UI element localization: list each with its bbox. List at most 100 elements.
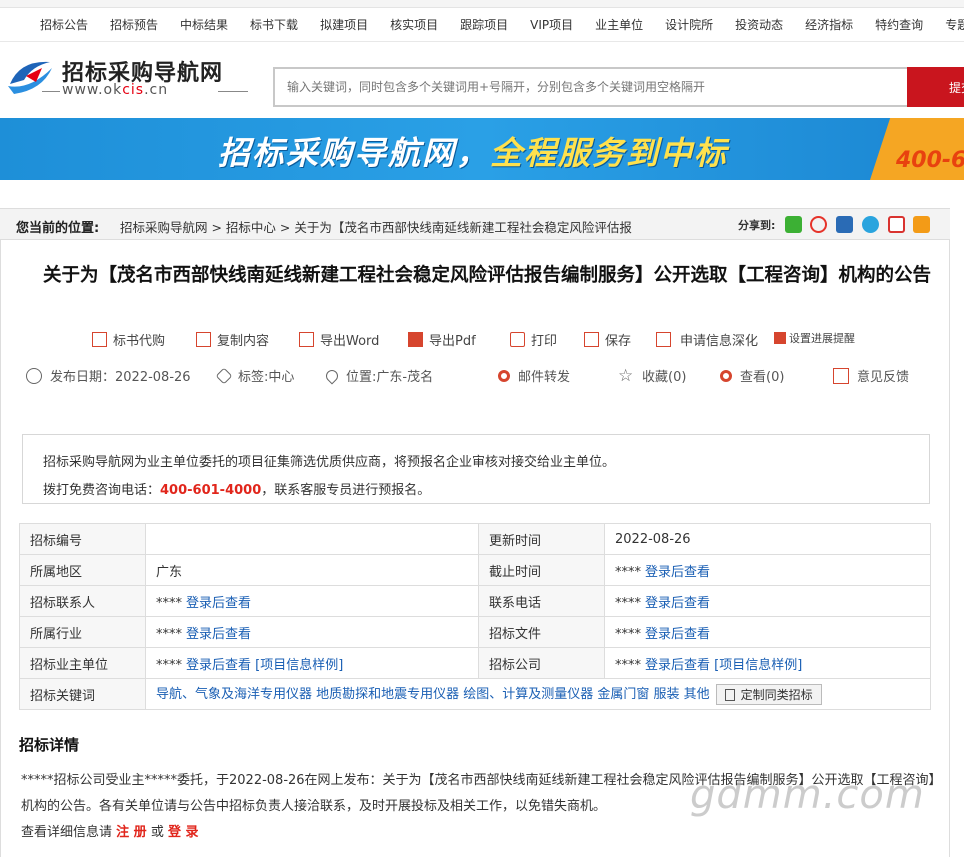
login-to-view-link[interactable]: 登录后查看 bbox=[186, 658, 251, 673]
login-to-view-link[interactable]: 登录后查看 bbox=[645, 565, 710, 580]
weibo-share-icon[interactable] bbox=[810, 216, 827, 233]
nav-proposed-projects[interactable]: 拟建项目 bbox=[320, 16, 368, 33]
tool-print[interactable]: 打印 bbox=[510, 330, 557, 349]
tool-progress-reminder[interactable]: 设置进展提醒 bbox=[774, 330, 855, 346]
more-share-icon[interactable] bbox=[913, 216, 930, 233]
tool-save[interactable]: 保存 bbox=[584, 330, 631, 349]
document-icon bbox=[92, 332, 107, 347]
keyword-links[interactable]: 导航、气象及海洋专用仪器 地质勘探和地震专用仪器 绘图、计算及测量仪器 金属门窗… bbox=[156, 687, 710, 702]
login-to-view-link[interactable]: 登录后查看 bbox=[645, 658, 710, 673]
location-pin-icon bbox=[323, 367, 341, 384]
location-label: 位置:广东-茂名 bbox=[323, 366, 433, 385]
nav-vip-projects[interactable]: VIP项目 bbox=[530, 16, 573, 33]
site-logo[interactable]: 招标采购导航网 www.okcis.cn bbox=[6, 52, 256, 102]
field-label: 所属地区 bbox=[19, 554, 146, 586]
login-to-view-link[interactable]: 登录后查看 bbox=[186, 627, 251, 642]
email-forward-button[interactable]: 邮件转发 bbox=[498, 366, 570, 385]
banner-slogan: 招标采购导航网，全程服务到中标 bbox=[218, 134, 729, 172]
printer-icon bbox=[510, 332, 525, 347]
field-label: 截止时间 bbox=[478, 554, 605, 586]
field-value: 2022-08-26 bbox=[604, 523, 931, 555]
renren-share-icon[interactable] bbox=[836, 216, 853, 233]
tool-buy-tender[interactable]: 标书代购 bbox=[92, 330, 165, 349]
tool-copy-content[interactable]: 复制内容 bbox=[196, 330, 269, 349]
nav-owners[interactable]: 业主单位 bbox=[595, 16, 643, 33]
feedback-button[interactable]: 意见反馈 bbox=[833, 366, 909, 385]
logo-url: www.okcis.cn bbox=[62, 82, 169, 98]
sample-info-link[interactable]: [项目信息样例] bbox=[714, 658, 802, 673]
tool-export-pdf[interactable]: 导出Pdf bbox=[408, 330, 476, 349]
tender-info-table: 招标编号 更新时间 2022-08-26 所属地区 广东 截止时间 **** 登录… bbox=[19, 523, 931, 710]
logo-emblem-icon bbox=[8, 61, 52, 94]
nav-tracked-projects[interactable]: 跟踪项目 bbox=[460, 16, 508, 33]
logo-divider bbox=[218, 91, 248, 92]
watermark: gdmm.com bbox=[690, 772, 925, 818]
table-row: 所属行业 **** 登录后查看 招标文件 **** 登录后查看 bbox=[19, 616, 931, 648]
nav-winning-results[interactable]: 中标结果 bbox=[180, 16, 228, 33]
table-row: 所属地区 广东 截止时间 **** 登录后查看 bbox=[19, 554, 931, 586]
share-icon bbox=[720, 369, 732, 382]
sample-info-link[interactable]: [项目信息样例] bbox=[255, 658, 343, 673]
star-icon: ☆ bbox=[618, 365, 634, 386]
region-link[interactable]: 广东 bbox=[145, 554, 479, 586]
table-row: 招标关键词 导航、气象及海洋专用仪器 地质勘探和地震专用仪器 绘图、计算及测量仪… bbox=[19, 678, 931, 710]
nav-bid-preview[interactable]: 招标预告 bbox=[110, 16, 158, 33]
customize-similar-button[interactable]: 定制同类招标 bbox=[715, 684, 822, 705]
field-label: 招标公司 bbox=[478, 647, 605, 679]
tool-request-deepening[interactable]: 申请信息深化 bbox=[656, 330, 758, 349]
tag-label[interactable]: 标签:中心 bbox=[215, 366, 294, 385]
field-value: **** 登录后查看 bbox=[145, 585, 479, 617]
field-value: **** 登录后查看 bbox=[604, 616, 931, 648]
field-label: 招标关键词 bbox=[19, 678, 146, 710]
login-link[interactable]: 登 录 bbox=[168, 825, 199, 840]
field-value: **** 登录后查看 [项目信息样例] bbox=[145, 647, 479, 679]
clock-icon bbox=[26, 367, 42, 384]
nav-design-institutes[interactable]: 设计院所 bbox=[665, 16, 713, 33]
nav-investment-news[interactable]: 投资动态 bbox=[735, 16, 783, 33]
table-row: 招标业主单位 **** 登录后查看 [项目信息样例] 招标公司 **** 登录后查看… bbox=[19, 647, 931, 679]
login-to-view-link[interactable]: 登录后查看 bbox=[645, 596, 710, 611]
search-input[interactable] bbox=[273, 67, 907, 107]
table-row: 招标联系人 **** 登录后查看 联系电话 **** 登录后查看 bbox=[19, 585, 931, 617]
views-button[interactable]: 查看(0) bbox=[720, 366, 784, 385]
favorite-button[interactable]: ☆ 收藏(0) bbox=[618, 366, 686, 385]
nav-special-query[interactable]: 特约查询 bbox=[875, 16, 923, 33]
nav-topics[interactable]: 专题收 bbox=[945, 16, 964, 33]
breadcrumb-path[interactable]: 招标采购导航网 > 招标中心 > 关于为【茂名市西部快线南延线新建工程社会稳定风… bbox=[120, 217, 632, 236]
word-icon bbox=[299, 332, 314, 347]
tencent-share-icon[interactable] bbox=[888, 216, 905, 233]
field-label: 所属行业 bbox=[19, 616, 146, 648]
notice-line-1: 招标采购导航网为业主单位委托的项目征集筛选优质供应商，将预报名企业审核对接交给业… bbox=[43, 455, 616, 470]
nav-verified-projects[interactable]: 核实项目 bbox=[390, 16, 438, 33]
promo-banner[interactable]: 招标采购导航网，全程服务到中标 400-6 bbox=[0, 118, 964, 180]
table-row: 招标编号 更新时间 2022-08-26 bbox=[19, 523, 931, 555]
nav-tender-download[interactable]: 标书下载 bbox=[250, 16, 298, 33]
field-label: 联系电话 bbox=[478, 585, 605, 617]
register-link[interactable]: 注 册 bbox=[116, 825, 147, 840]
share-icon bbox=[498, 369, 510, 382]
document-icon bbox=[724, 688, 735, 701]
breadcrumb-label: 您当前的位置: bbox=[16, 221, 100, 236]
tool-export-word[interactable]: 导出Word bbox=[299, 330, 379, 349]
keywords-value: 导航、气象及海洋专用仪器 地质勘探和地震专用仪器 绘图、计算及测量仪器 金属门窗… bbox=[145, 678, 931, 710]
publish-date: 发布日期：2022-08-26 bbox=[26, 366, 191, 385]
login-to-view-link[interactable]: 登录后查看 bbox=[186, 596, 251, 611]
info-doc-icon bbox=[656, 332, 671, 347]
field-value: **** 登录后查看 bbox=[604, 554, 931, 586]
share-label: 分享到: bbox=[738, 219, 776, 232]
field-value bbox=[145, 523, 479, 555]
top-strip bbox=[0, 0, 964, 8]
wechat-share-icon[interactable] bbox=[785, 216, 802, 233]
tag-icon bbox=[215, 367, 233, 384]
banner-phone: 400-6 bbox=[896, 148, 964, 173]
field-label: 招标编号 bbox=[19, 523, 146, 555]
search-submit-button[interactable]: 提交 bbox=[907, 67, 964, 107]
field-label: 招标业主单位 bbox=[19, 647, 146, 679]
qzone-share-icon[interactable] bbox=[862, 216, 879, 233]
login-to-view-link[interactable]: 登录后查看 bbox=[645, 627, 710, 642]
notice-line-2: 拨打免费咨询电话：400-601-4000，联系客服专员进行预报名。 bbox=[43, 483, 431, 498]
nav-economic-indicators[interactable]: 经济指标 bbox=[805, 16, 853, 33]
field-value: **** 登录后查看 bbox=[145, 616, 479, 648]
hotline-number[interactable]: 400-601-4000 bbox=[160, 483, 261, 498]
nav-bid-announcement[interactable]: 招标公告 bbox=[40, 16, 88, 33]
